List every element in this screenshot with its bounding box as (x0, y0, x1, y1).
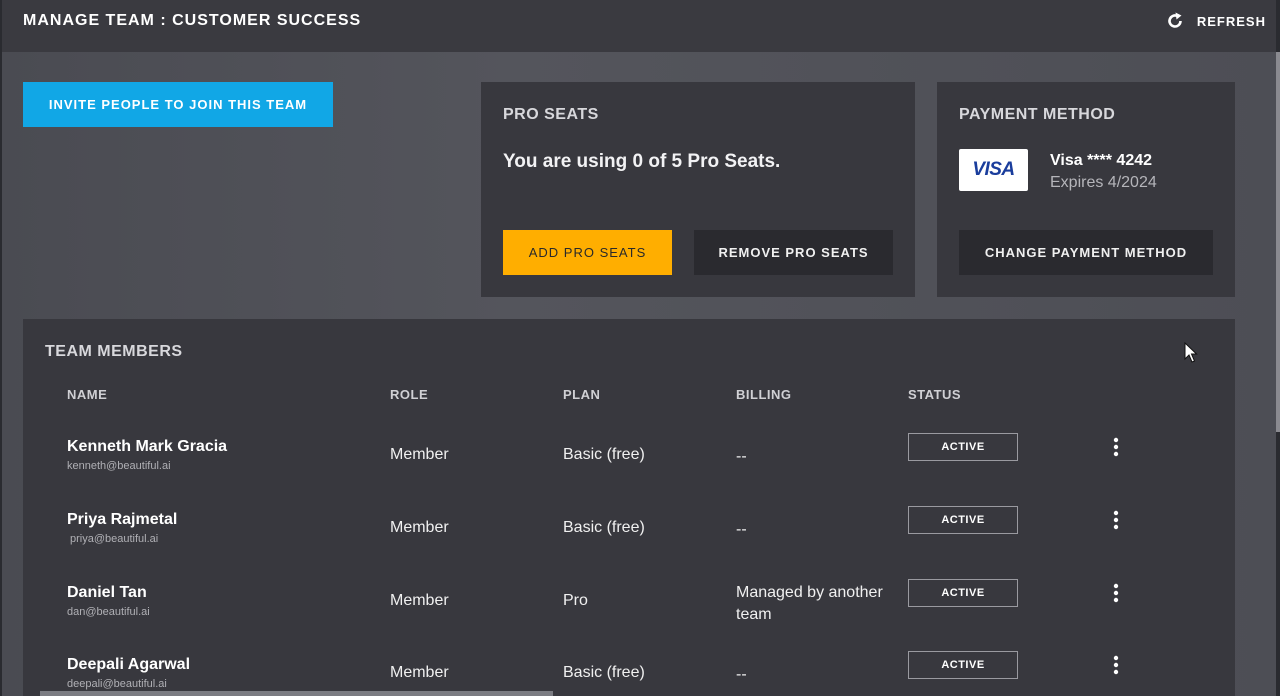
change-payment-method-button[interactable]: CHANGE PAYMENT METHOD (959, 230, 1213, 275)
team-members-card: TEAM MEMBERS NAME ROLE PLAN BILLING STAT… (23, 319, 1235, 696)
member-role: Member (390, 664, 449, 681)
member-plan: Pro (563, 592, 588, 609)
member-email: priya@beautiful.ai (70, 533, 159, 545)
visa-logo-text: VISA (972, 159, 1015, 180)
invite-people-button[interactable]: INVITE PEOPLE TO JOIN THIS TEAM (23, 82, 333, 127)
refresh-button[interactable]: REFRESH (1165, 10, 1266, 32)
member-plan: Basic (free) (563, 446, 645, 463)
page-title: MANAGE TEAM : CUSTOMER SUCCESS (23, 12, 362, 29)
member-email: dan@beautiful.ai (67, 606, 150, 618)
table-row: Daniel Tan dan@beautiful.ai Member Pro M… (23, 579, 1235, 657)
table-row: Priya Rajmetal priya@beautiful.ai Member… (23, 506, 1235, 584)
table-row: Kenneth Mark Gracia kenneth@beautiful.ai… (23, 433, 1235, 511)
payment-method-heading: PAYMENT METHOD (959, 106, 1116, 123)
top-bar: MANAGE TEAM : CUSTOMER SUCCESS REFRESH (2, 0, 1276, 52)
status-badge: ACTIVE (908, 579, 1018, 607)
add-pro-seats-button[interactable]: ADD PRO SEATS (503, 230, 672, 275)
status-badge: ACTIVE (908, 433, 1018, 461)
member-billing: -- (736, 521, 747, 538)
more-options-icon[interactable] (1108, 435, 1124, 459)
payment-method-card: PAYMENT METHOD VISA Visa **** 4242 Expir… (937, 82, 1235, 297)
remove-pro-seats-button[interactable]: REMOVE PRO SEATS (694, 230, 893, 275)
column-header-role: ROLE (390, 387, 429, 402)
member-billing: -- (736, 448, 747, 465)
member-role: Member (390, 446, 449, 463)
mouse-cursor-icon (1184, 342, 1198, 363)
pro-seats-heading: PRO SEATS (503, 106, 599, 123)
refresh-icon (1168, 12, 1182, 28)
seat-usage-text: You are using 0 of 5 Pro Seats. (503, 151, 781, 172)
member-name: Kenneth Mark Gracia (67, 438, 228, 455)
team-members-heading: TEAM MEMBERS (45, 343, 183, 360)
member-email: kenneth@beautiful.ai (67, 460, 171, 472)
member-role: Member (390, 592, 449, 609)
more-options-icon[interactable] (1108, 508, 1124, 532)
column-header-name: NAME (67, 387, 108, 402)
card-expiry: Expires 4/2024 (1050, 174, 1157, 191)
column-header-billing: BILLING (736, 387, 792, 402)
column-header-status: STATUS (908, 387, 962, 402)
more-options-icon[interactable] (1108, 653, 1124, 677)
member-name: Priya Rajmetal (67, 511, 178, 528)
member-plan: Basic (free) (563, 519, 645, 536)
more-options-icon[interactable] (1108, 581, 1124, 605)
member-plan: Basic (free) (563, 664, 645, 681)
table-row: Deepali Agarwal deepali@beautiful.ai Mem… (23, 651, 1235, 696)
member-billing: Managed by another team (736, 584, 883, 623)
scrollbar[interactable] (1276, 52, 1280, 432)
member-name: Deepali Agarwal (67, 656, 191, 673)
refresh-label: REFRESH (1196, 13, 1266, 29)
member-name: Daniel Tan (67, 584, 147, 601)
pro-seats-card: PRO SEATS You are using 0 of 5 Pro Seats… (481, 82, 915, 297)
member-role: Member (390, 519, 449, 536)
card-number: Visa **** 4242 (1050, 152, 1153, 169)
status-badge: ACTIVE (908, 506, 1018, 534)
column-header-plan: PLAN (563, 387, 601, 402)
manage-team-page: MANAGE TEAM : CUSTOMER SUCCESS REFRESH I… (2, 0, 1276, 696)
member-billing: -- (736, 666, 747, 683)
member-email: deepali@beautiful.ai (67, 678, 167, 690)
status-badge: ACTIVE (908, 651, 1018, 679)
overlay-fragment (40, 691, 553, 696)
visa-card-icon: VISA (959, 149, 1028, 191)
